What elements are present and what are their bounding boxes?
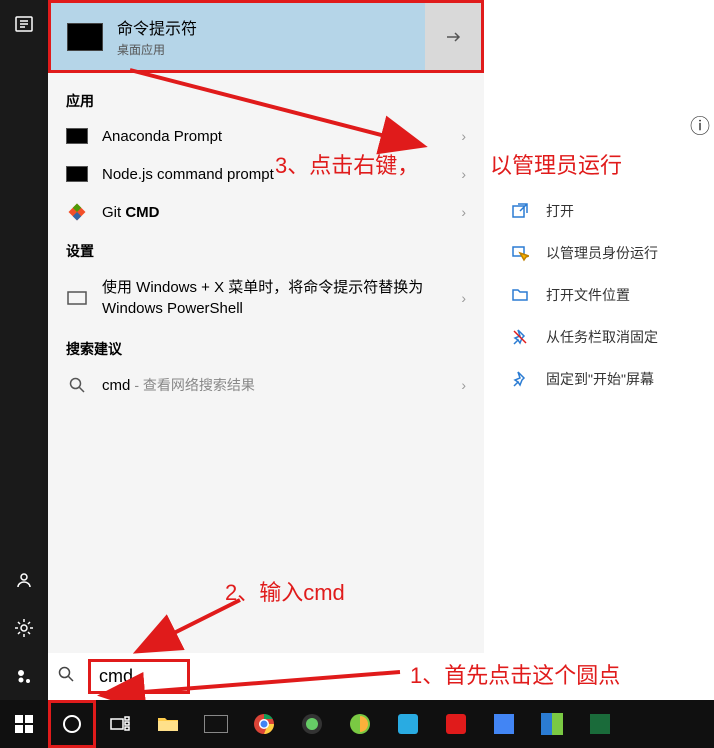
- search-icon: [66, 376, 88, 394]
- taskbar-chrome[interactable]: [240, 700, 288, 748]
- search-input-highlight: [88, 659, 190, 694]
- result-label: Git CMD: [102, 204, 439, 221]
- taskbar: [0, 700, 714, 748]
- chevron-right-icon: ›: [461, 166, 466, 182]
- search-results-panel: 命令提示符 桌面应用 应用 Anaconda Prompt › Node.js …: [48, 0, 484, 700]
- best-match-title: 命令提示符: [117, 15, 465, 39]
- context-open-location[interactable]: 打开文件位置: [510, 274, 714, 316]
- chevron-right-icon: ›: [461, 377, 466, 393]
- user-icon[interactable]: [0, 556, 48, 604]
- taskbar-app-7[interactable]: [576, 700, 624, 748]
- context-run-admin[interactable]: 以管理员身份运行: [510, 232, 714, 274]
- recent-icon[interactable]: [0, 0, 48, 48]
- result-powershell-setting[interactable]: 使用 Windows + X 菜单时，将命令提示符替换为 Windows Pow…: [48, 267, 484, 329]
- folder-icon: [510, 285, 530, 305]
- git-icon: [66, 203, 88, 221]
- taskbar-app-2[interactable]: [336, 700, 384, 748]
- cortana-search-button[interactable]: [48, 700, 96, 748]
- context-label: 以管理员身份运行: [546, 243, 658, 263]
- result-label: cmd- 查看网络搜索结果: [102, 375, 439, 395]
- result-anaconda-prompt[interactable]: Anaconda Prompt ›: [48, 117, 484, 155]
- settings-gear-icon[interactable]: [0, 604, 48, 652]
- suggestions-header: 搜索建议: [48, 329, 484, 365]
- result-git-cmd[interactable]: Git CMD ›: [48, 193, 484, 231]
- context-label: 从任务栏取消固定: [546, 327, 658, 347]
- context-label: 固定到"开始"屏幕: [546, 369, 654, 389]
- admin-icon: [510, 243, 530, 263]
- result-label: Node.js command prompt: [102, 166, 439, 183]
- best-match-subtitle: 桌面应用: [117, 41, 465, 58]
- taskbar-explorer[interactable]: [144, 700, 192, 748]
- power-icon[interactable]: [0, 652, 48, 700]
- taskbar-app-1[interactable]: [288, 700, 336, 748]
- cmd-icon: [66, 128, 88, 144]
- best-match-result[interactable]: 命令提示符 桌面应用: [48, 0, 484, 73]
- info-icon: ⓘ: [690, 110, 710, 139]
- cmd-icon: [67, 23, 103, 51]
- context-unpin-taskbar[interactable]: 从任务栏取消固定: [510, 316, 714, 358]
- search-box-row: [48, 653, 484, 700]
- context-label: 打开: [546, 201, 574, 221]
- settings-result-icon: [66, 289, 88, 307]
- cmd-icon: [66, 166, 88, 182]
- start-button[interactable]: [0, 700, 48, 748]
- chevron-right-icon: ›: [461, 290, 466, 306]
- context-pin-start[interactable]: 固定到"开始"屏幕: [510, 358, 714, 400]
- unpin-taskbar-icon: [510, 327, 530, 347]
- taskbar-cmd[interactable]: [192, 700, 240, 748]
- start-menu-sidebar: [0, 0, 48, 748]
- taskbar-app-3[interactable]: [384, 700, 432, 748]
- result-nodejs-prompt[interactable]: Node.js command prompt ›: [48, 155, 484, 193]
- context-open[interactable]: 打开: [510, 190, 714, 232]
- settings-header: 设置: [48, 231, 484, 267]
- taskbar-app-5[interactable]: [480, 700, 528, 748]
- chevron-right-icon: ›: [461, 204, 466, 220]
- chevron-right-icon: ›: [461, 128, 466, 144]
- taskbar-app-4[interactable]: [432, 700, 480, 748]
- context-label: 打开文件位置: [546, 285, 630, 305]
- expand-arrow-button[interactable]: [425, 3, 481, 70]
- result-label: 使用 Windows + X 菜单时，将命令提示符替换为 Windows Pow…: [102, 277, 439, 319]
- search-icon: [58, 666, 74, 687]
- apps-header: 应用: [48, 81, 484, 117]
- open-icon: [510, 201, 530, 221]
- result-label: Anaconda Prompt: [102, 128, 439, 145]
- context-actions-panel: 打开 以管理员身份运行 打开文件位置 从任务栏取消固定 固定到"开始"屏幕: [484, 0, 714, 700]
- taskbar-app-6[interactable]: [528, 700, 576, 748]
- task-view-button[interactable]: [96, 700, 144, 748]
- search-input[interactable]: [99, 666, 179, 687]
- pin-start-icon: [510, 369, 530, 389]
- result-web-search[interactable]: cmd- 查看网络搜索结果 ›: [48, 365, 484, 405]
